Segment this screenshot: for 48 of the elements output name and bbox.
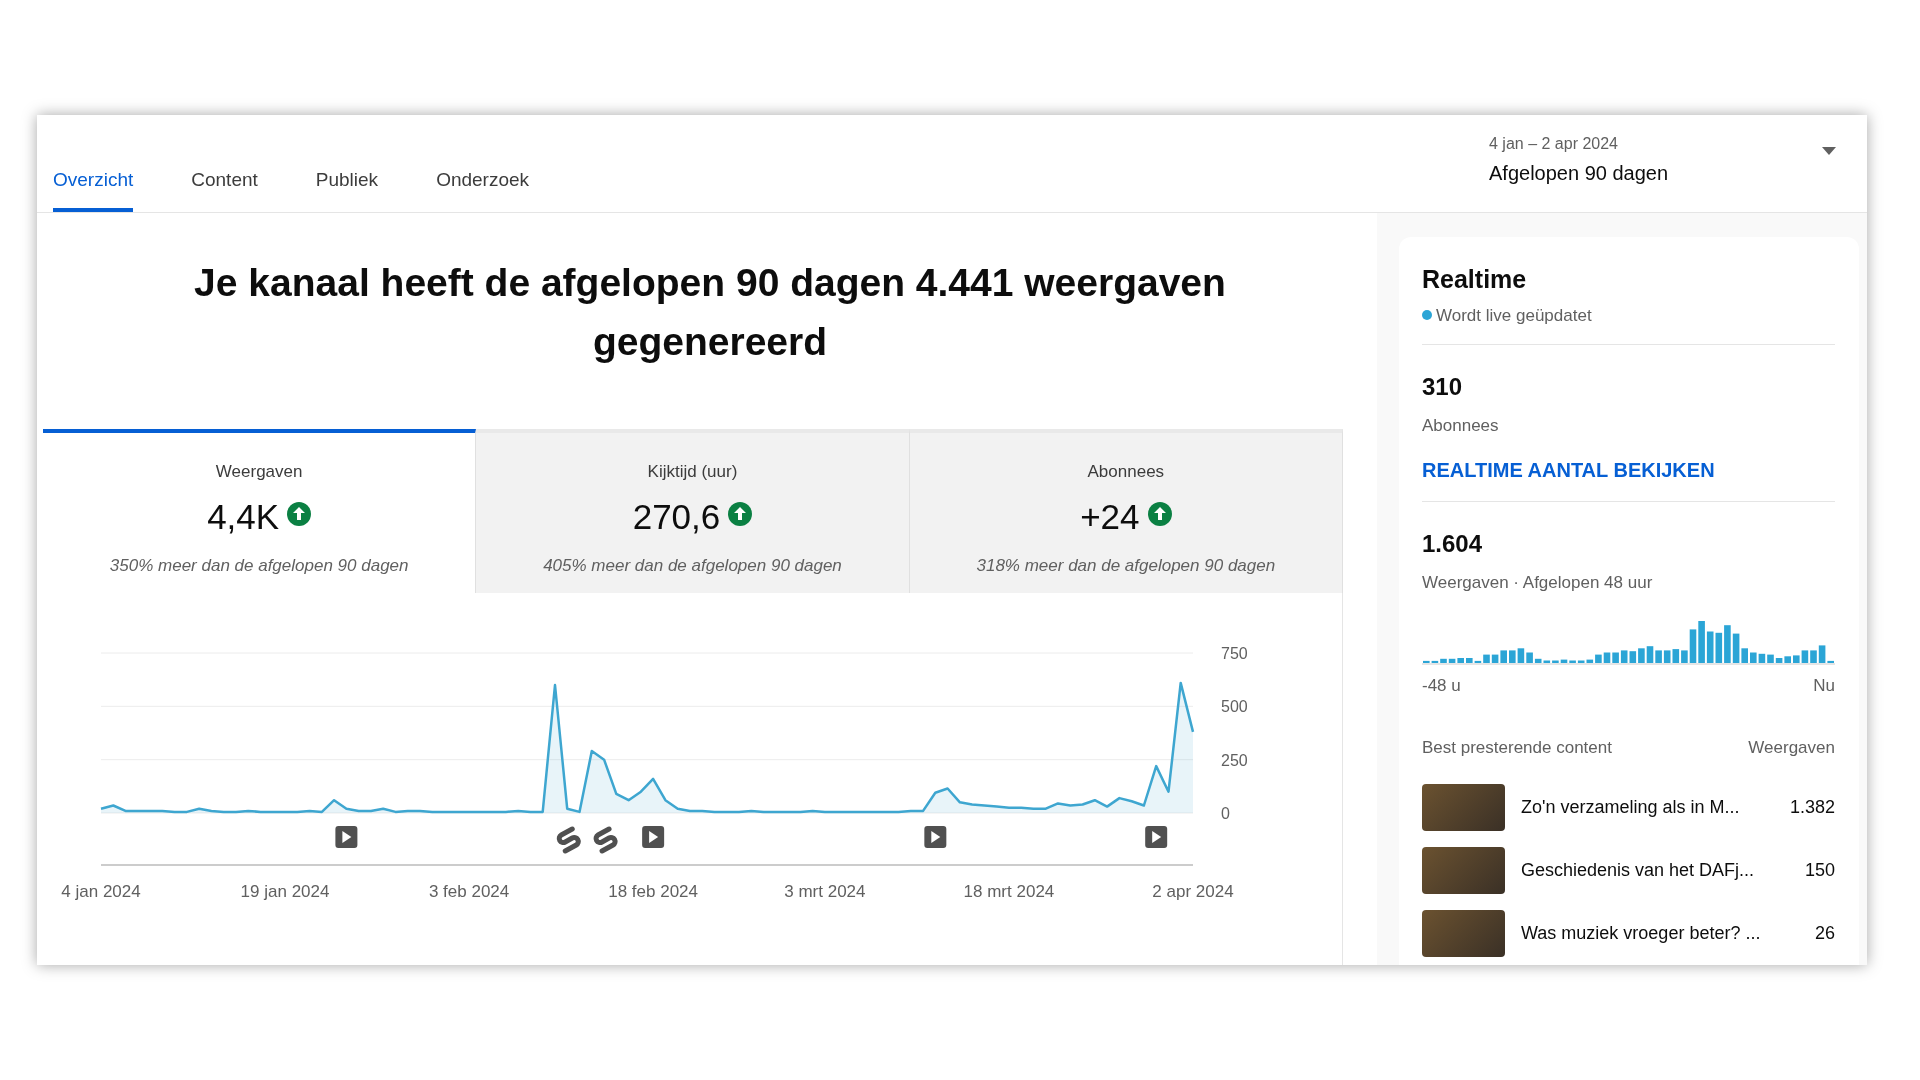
- s-logo-icon: [593, 826, 618, 854]
- view-count: 1.382: [1789, 796, 1835, 819]
- live-status: Wordt live geüpdatet: [1436, 304, 1592, 327]
- axis-label: 250: [1221, 751, 1248, 769]
- column-header: Weergaven: [1748, 736, 1835, 759]
- view-count: 1.604: [1422, 528, 1484, 559]
- view-count: 26: [1814, 922, 1835, 945]
- arrow-up-icon: [1147, 501, 1172, 526]
- axis-label: 18 feb 2024: [608, 882, 699, 901]
- axis-label: Nu: [1813, 675, 1835, 697]
- tab[interactable]: Publiek: [315, 165, 379, 212]
- column-header: Best presterende content: [1422, 736, 1612, 759]
- caret-icon[interactable]: [1821, 146, 1837, 156]
- play-icon: [642, 826, 665, 848]
- video-title[interactable]: Geschiedenis van het DAFj...: [1521, 857, 1805, 884]
- metric-tab[interactable]: Weergaven 4,4K 350% meer dan de afgelopen 90 dagen: [43, 429, 477, 593]
- tab[interactable]: Content: [191, 165, 258, 212]
- headline: Je kanaal heeft de afgelopen 90 dagen 4.441 weergaven gegenereerd: [193, 260, 1227, 365]
- axis-label: 500: [1221, 698, 1248, 716]
- axis-label: 750: [1221, 645, 1248, 662]
- card-title: Realtime: [1422, 264, 1528, 295]
- play-icon: [924, 826, 947, 848]
- axis-label: -48 u: [1422, 675, 1461, 697]
- tab[interactable]: Overzicht: [53, 165, 134, 212]
- video-title[interactable]: Was muziek vroeger beter? ...: [1521, 920, 1815, 947]
- view-count: 150: [1804, 859, 1835, 882]
- metric-tab[interactable]: Abonnees +24 318% meer dan de afgelopen 90 dagen: [909, 429, 1343, 593]
- subscriber-count: 310: [1422, 372, 1464, 402]
- s-logo-icon: [556, 826, 581, 854]
- axis-label: 18 mrt 2024: [963, 882, 1055, 901]
- axis-label: 4 jan 2024: [61, 882, 141, 901]
- axis-label: 3 feb 2024: [428, 882, 510, 901]
- axis-label: 3 mrt 2024: [784, 882, 866, 901]
- live-dot-icon: [1422, 310, 1432, 321]
- play-icon: [1145, 826, 1168, 848]
- tab[interactable]: Onderzoek: [436, 165, 530, 212]
- arrow-up-icon: [287, 501, 312, 526]
- axis-label: 0: [1221, 805, 1230, 822]
- date-range-dropdown[interactable]: 4 jan – 2 apr 2024 Afgelopen 90 dagen: [1483, 131, 1843, 189]
- subscriber-label: Abonnees: [1422, 415, 1500, 437]
- play-icon: [335, 826, 358, 848]
- metric-tab[interactable]: Kijktijd (uur) 270,6 405% meer dan de afgelopen 90 dagen: [476, 429, 910, 593]
- arrow-up-icon: [728, 501, 753, 526]
- realtime-link[interactable]: REALTIME AANTAL BEKIJKEN: [1422, 454, 1715, 485]
- views-label: Weergaven · Afgelopen 48 uur: [1422, 571, 1654, 594]
- axis-label: 19 jan 2024: [240, 882, 330, 901]
- axis-label: 2 apr 2024: [1152, 882, 1234, 901]
- video-title[interactable]: Zo'n verzameling als in M...: [1521, 794, 1790, 821]
